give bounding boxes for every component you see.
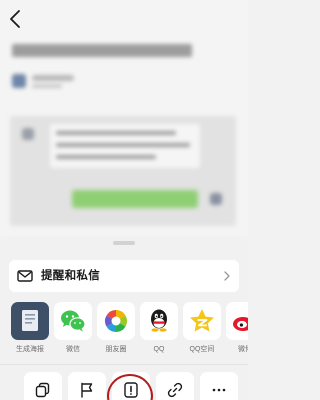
blurred-chat-avatar	[22, 128, 34, 140]
qzone-icon	[190, 309, 214, 332]
report-button[interactable]	[112, 372, 150, 400]
more-icon	[212, 388, 226, 392]
share-weibo-button[interactable]: 微博	[226, 302, 248, 354]
copy-icon	[35, 382, 50, 398]
moments-icon	[105, 310, 127, 332]
report-icon	[124, 382, 138, 398]
actions-row	[0, 368, 248, 400]
blurred-chat-text-1	[56, 131, 176, 135]
link-icon	[167, 382, 183, 398]
sheet-drag-handle[interactable]	[113, 241, 135, 245]
blurred-reply-avatar	[210, 193, 222, 205]
share-sheet: 提醒和私信 生成海报 微信 朋友圈 QQ QQ空间 微	[0, 236, 248, 400]
sheet-divider	[0, 364, 248, 365]
share-moments-button[interactable]: 朋友圈	[97, 302, 135, 354]
wechat-icon	[61, 310, 86, 332]
qq-icon	[151, 309, 167, 332]
envelope-icon	[17, 270, 33, 282]
blurred-chat-text-3	[56, 155, 156, 159]
back-button[interactable]	[4, 6, 28, 32]
flag-icon	[81, 382, 93, 398]
blurred-chat-text-2	[56, 143, 190, 147]
blurred-author-avatar	[12, 74, 26, 88]
background-page	[0, 0, 248, 236]
blurred-title	[12, 44, 192, 57]
poster-icon	[22, 310, 38, 331]
copy-button[interactable]	[24, 372, 62, 400]
more-button[interactable]	[200, 372, 238, 400]
blurred-reply-bubble	[72, 190, 198, 208]
remind-and-message-button[interactable]: 提醒和私信	[9, 260, 239, 292]
share-qq-button[interactable]: QQ	[140, 302, 178, 354]
share-wechat-button[interactable]: 微信	[54, 302, 92, 354]
flag-button[interactable]	[68, 372, 106, 400]
remind-label: 提醒和私信	[41, 270, 100, 282]
share-poster-button[interactable]: 生成海报	[11, 302, 49, 354]
weibo-icon	[233, 317, 248, 331]
blurred-author-name	[32, 75, 74, 81]
share-qzone-button[interactable]: QQ空间	[183, 302, 221, 354]
blurred-author-meta	[32, 84, 62, 88]
chevron-right-icon	[224, 271, 230, 281]
copy-link-button[interactable]	[156, 372, 194, 400]
share-targets-row: 生成海报 微信 朋友圈 QQ QQ空间 微	[0, 302, 248, 358]
share-label: 微博	[238, 346, 248, 353]
chevron-left-icon	[10, 10, 20, 28]
